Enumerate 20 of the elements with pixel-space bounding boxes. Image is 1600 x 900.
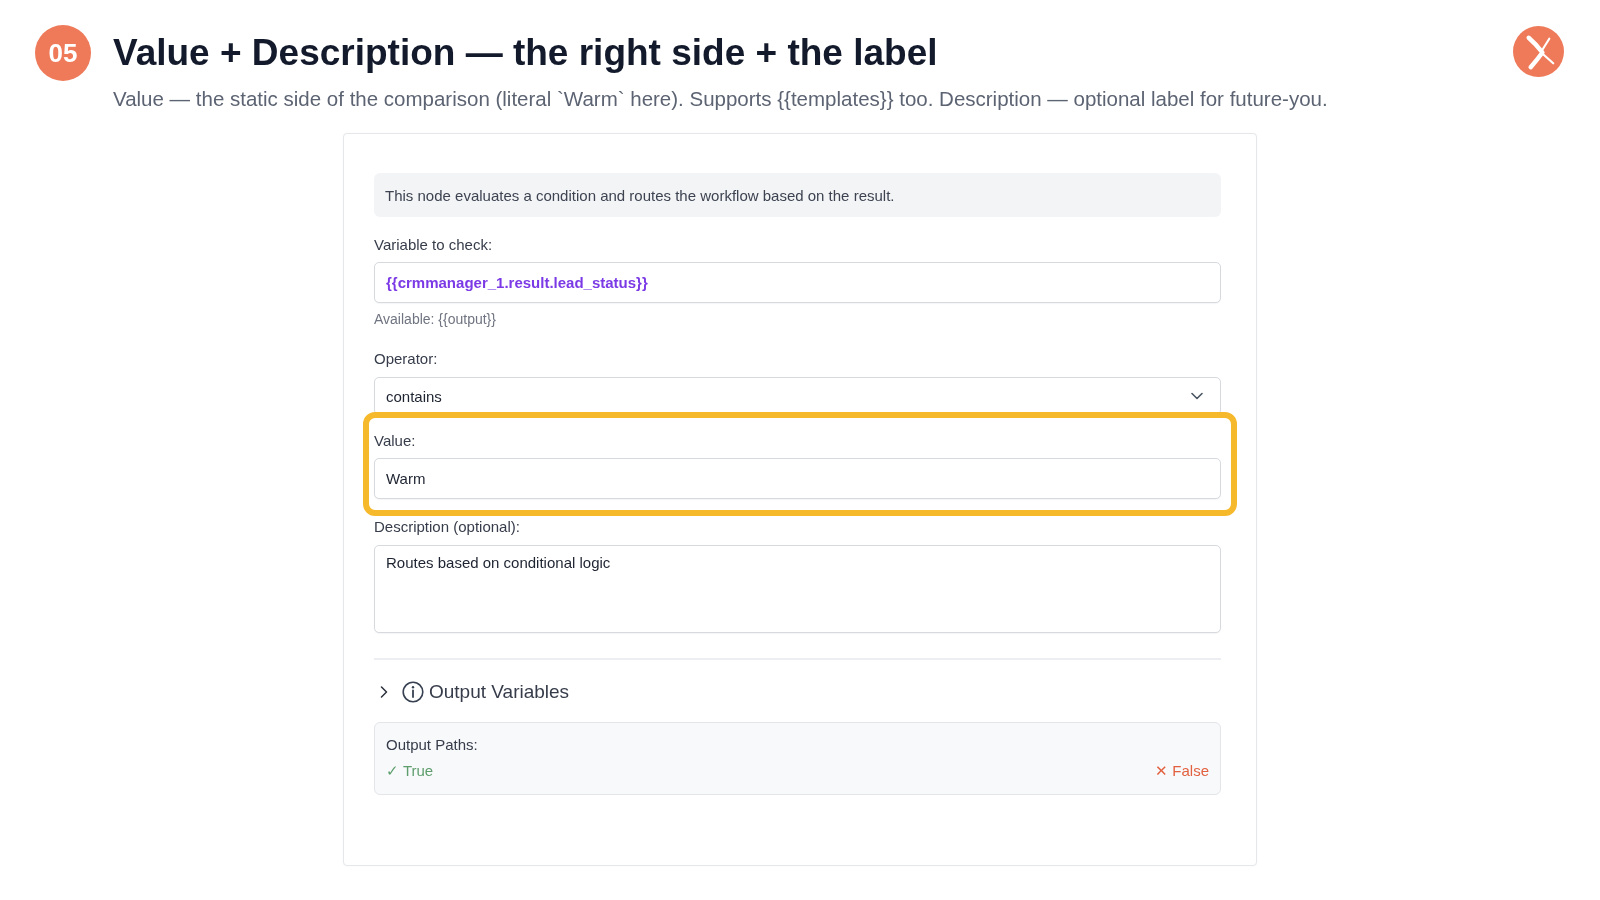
output-paths-label: Output Paths: — [386, 735, 479, 755]
variable-input[interactable]: {{crmmanager_1.result.lead_status}} — [374, 262, 1221, 303]
value-input[interactable]: Warm — [374, 458, 1221, 499]
field-label: Operator: — [374, 349, 439, 369]
false-path-label: ✕ False — [1155, 761, 1209, 781]
true-path-label: ✓ True — [386, 761, 434, 781]
logo-icon — [1513, 26, 1564, 77]
field-label: Variable to check: — [374, 235, 494, 255]
slide-subtitle: Value — the static side of the comparison (literal `Warm` here). Supports {{templates}} too. Description — optional label for future-you. — [113, 87, 1329, 111]
operator-select[interactable]: contains — [374, 377, 1221, 415]
chevron-down-icon — [1191, 392, 1203, 400]
description-textarea[interactable]: Routes based on conditional logic — [374, 545, 1221, 633]
field-label: Value: — [374, 431, 417, 451]
helper-text: Available: {{output}} — [374, 310, 497, 329]
info-banner: This node evaluates a condition and routes the workflow based on the result. — [374, 173, 1221, 217]
field-label: Description (optional): — [374, 517, 521, 537]
step-number-badge: 05 — [35, 25, 91, 81]
output-variables-toggle[interactable]: Output Variables — [374, 679, 570, 705]
slide-title: Value + Description — the right side + the label — [113, 31, 939, 75]
info-icon — [402, 681, 424, 703]
